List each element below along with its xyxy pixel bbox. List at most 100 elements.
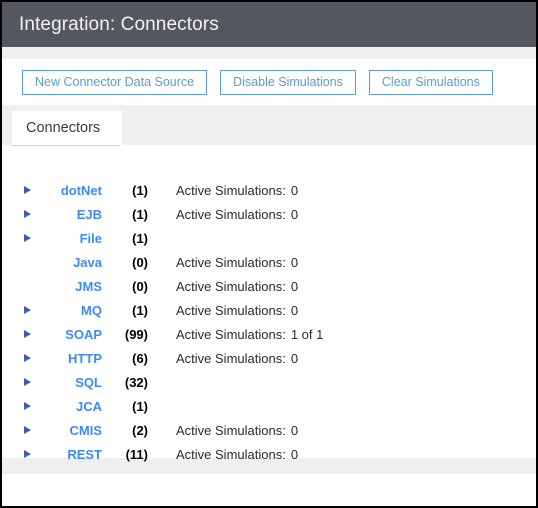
active-simulations-label: Active Simulations:: [176, 326, 286, 342]
connector-row: REST (11) Active Simulations: 0: [2, 442, 536, 466]
expand-triangle-icon[interactable]: [24, 186, 31, 194]
active-simulations-cell: Active Simulations: 0: [154, 279, 298, 294]
expand-cell: [2, 402, 34, 410]
active-simulations-cell: Active Simulations: 0: [154, 447, 298, 462]
active-simulations-value: 1 of 1: [290, 326, 324, 342]
connector-row: SQL (32): [2, 370, 536, 394]
connector-count: (1): [132, 182, 148, 198]
connector-link-ejb[interactable]: EJB: [77, 207, 102, 222]
connector-name-cell: MQ: [34, 303, 102, 318]
expand-triangle-icon[interactable]: [24, 330, 31, 338]
tab-underline: [12, 145, 120, 146]
tab-connectors[interactable]: Connectors: [12, 111, 123, 145]
connector-link-jms[interactable]: JMS: [75, 279, 102, 294]
clear-simulations-button[interactable]: Clear Simulations: [368, 69, 493, 95]
active-simulations-value: 0: [290, 350, 299, 366]
expand-triangle-icon[interactable]: [24, 234, 31, 242]
expand-cell: [2, 210, 34, 218]
active-simulations-label: Active Simulations:: [176, 278, 286, 294]
expand-cell: [2, 330, 34, 338]
connector-link-sql[interactable]: SQL: [75, 375, 102, 390]
active-simulations-value: 0: [290, 446, 299, 462]
connector-count: (0): [132, 278, 148, 294]
connector-count: (6): [132, 350, 148, 366]
connector-count: (1): [132, 398, 148, 414]
connector-link-jca[interactable]: JCA: [76, 399, 102, 414]
expand-triangle-icon[interactable]: [24, 426, 31, 434]
connector-row: HTTP (6) Active Simulations: 0: [2, 346, 536, 370]
connector-link-java[interactable]: Java: [73, 255, 102, 270]
expand-triangle-icon[interactable]: [24, 402, 31, 410]
connector-row: EJB (1) Active Simulations: 0: [2, 202, 536, 226]
connector-link-http[interactable]: HTTP: [68, 351, 102, 366]
active-simulations-cell: Active Simulations: 0: [154, 423, 298, 438]
expand-triangle-icon[interactable]: [24, 210, 31, 218]
new-connector-data-source-button[interactable]: New Connector Data Source: [22, 69, 208, 95]
expand-triangle-icon[interactable]: [24, 378, 31, 386]
connector-count: (99): [124, 326, 148, 342]
active-simulations-label: Active Simulations:: [176, 302, 286, 318]
active-simulations-cell: Active Simulations: 0: [154, 207, 298, 222]
expand-cell: [2, 426, 34, 434]
expand-cell: [2, 450, 34, 458]
expand-cell: [2, 234, 34, 242]
expand-cell: [2, 282, 34, 290]
connector-row: Java (0) Active Simulations: 0: [2, 250, 536, 274]
connector-name-cell: HTTP: [34, 351, 102, 366]
active-simulations-cell: Active Simulations: 0: [154, 303, 298, 318]
connector-row: JCA (1): [2, 394, 536, 418]
connector-link-file[interactable]: File: [80, 231, 102, 246]
connector-count: (0): [132, 254, 148, 270]
tab-bar: Connectors: [2, 105, 536, 145]
connector-row: JMS (0) Active Simulations: 0: [2, 274, 536, 298]
connector-name-cell: REST: [34, 447, 102, 462]
connector-name-cell: JCA: [34, 399, 102, 414]
expand-triangle-icon[interactable]: [24, 306, 31, 314]
connector-link-rest[interactable]: REST: [67, 447, 102, 462]
expand-cell: [2, 306, 34, 314]
active-simulations-label: Active Simulations:: [176, 182, 286, 198]
active-simulations-cell: Active Simulations: 1 of 1: [154, 327, 323, 342]
connector-link-soap[interactable]: SOAP: [65, 327, 102, 342]
disable-simulations-button[interactable]: Disable Simulations: [220, 69, 356, 95]
page-title: Integration: Connectors: [19, 14, 219, 35]
expand-cell: [2, 258, 34, 266]
active-simulations-label: Active Simulations:: [176, 422, 286, 438]
expand-cell: [2, 186, 34, 194]
expand-triangle-icon[interactable]: [24, 450, 31, 458]
connector-count: (11): [125, 446, 148, 462]
connector-count: (1): [132, 230, 148, 246]
active-simulations-cell: [154, 375, 181, 390]
connector-row: dotNet (1) Active Simulations: 0: [2, 178, 536, 202]
connector-name-cell: SOAP: [34, 327, 102, 342]
active-simulations-value: 0: [290, 254, 299, 270]
connector-link-mq[interactable]: MQ: [81, 303, 102, 318]
connector-link-cmis[interactable]: CMIS: [70, 423, 103, 438]
connector-row: SOAP (99) Active Simulations: 1 of 1: [2, 322, 536, 346]
active-simulations-label: Active Simulations:: [176, 206, 286, 222]
connector-name-cell: JMS: [34, 279, 102, 294]
connector-count: (32): [124, 374, 148, 390]
expand-cell: [2, 378, 34, 386]
active-simulations-label: Active Simulations:: [176, 254, 286, 270]
action-toolbar: New Connector Data Source Disable Simulat…: [2, 59, 536, 105]
connector-name-cell: dotNet: [34, 183, 102, 198]
connector-name-cell: Java: [34, 255, 102, 270]
active-simulations-cell: [154, 231, 181, 246]
connector-link-dotnet[interactable]: dotNet: [61, 183, 102, 198]
application-window: Integration: Connectors New Connector Da…: [0, 0, 538, 508]
active-simulations-value: 0: [290, 422, 299, 438]
expand-triangle-icon[interactable]: [24, 354, 31, 362]
active-simulations-value: 0: [290, 182, 299, 198]
active-simulations-cell: Active Simulations: 0: [154, 255, 298, 270]
tab-connectors-label: Connectors: [26, 119, 101, 136]
active-simulations-value: 0: [290, 206, 299, 222]
connector-name-cell: EJB: [34, 207, 102, 222]
connector-row: File (1): [2, 226, 536, 250]
content-panel: dotNet (1) Active Simulations: 0 EJB (1) Activ…: [2, 145, 536, 462]
active-simulations-cell: Active Simulations: 0: [154, 351, 298, 366]
active-simulations-label: Active Simulations:: [176, 446, 286, 462]
active-simulations-cell: [154, 399, 181, 414]
connector-count: (1): [132, 206, 148, 222]
active-simulations-cell: Active Simulations: 0: [154, 183, 298, 198]
